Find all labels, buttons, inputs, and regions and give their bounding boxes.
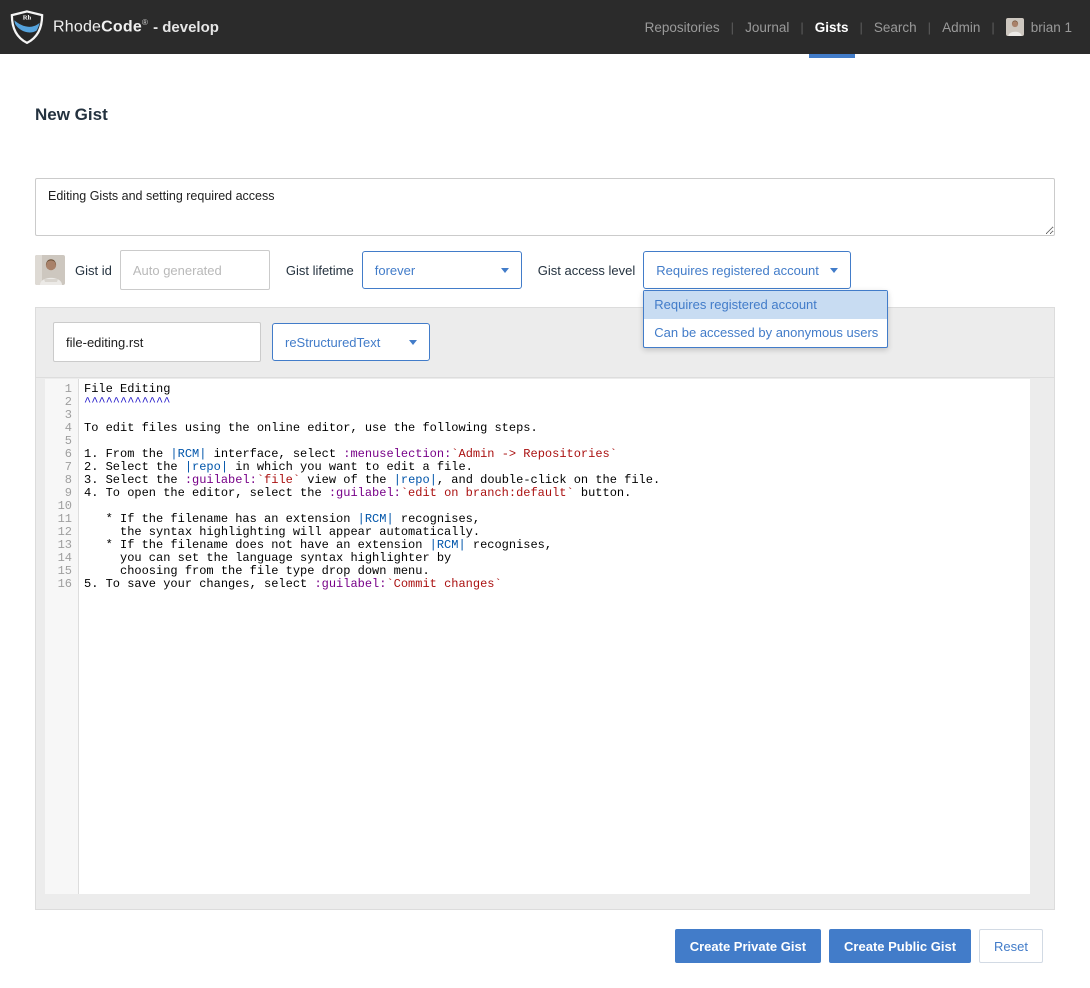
gist-filename-input[interactable]	[53, 322, 261, 362]
action-buttons-row: Create Private Gist Create Public Gist R…	[35, 929, 1055, 963]
brand-suffix: - develop	[153, 19, 219, 36]
nav-item-gists[interactable]: Gists	[804, 0, 860, 54]
top-navbar: Rh RhodeCode® - develop Repositories|Jou…	[0, 0, 1090, 54]
gist-access-level-selected-value: Requires registered account	[656, 263, 819, 278]
gist-access-level-wrapper: Requires registered account Requires reg…	[643, 251, 851, 289]
nav-username: brian 1	[1031, 20, 1072, 35]
nav-item-repositories[interactable]: Repositories	[634, 0, 731, 54]
gist-access-level-label: Gist access level	[538, 263, 636, 278]
gist-language-selected-value: reStructuredText	[285, 335, 380, 350]
code-line: ^^^^^^^^^^^^	[84, 396, 1030, 409]
gist-language-select[interactable]: reStructuredText	[272, 323, 430, 361]
main-content: New Gist Editing Gists and setting requi…	[0, 105, 1090, 963]
nav-user-menu[interactable]: brian 1	[995, 0, 1074, 54]
nav-item-journal[interactable]: Journal	[734, 0, 800, 54]
chevron-down-icon	[830, 268, 838, 273]
chevron-down-icon	[409, 340, 417, 345]
gist-file-row: reStructuredText	[45, 322, 1045, 362]
editor-code[interactable]: File Editing^^^^^^^^^^^^ To edit files u…	[79, 379, 1030, 894]
create-private-gist-button[interactable]: Create Private Gist	[675, 929, 821, 963]
gist-access-level-select[interactable]: Requires registered account	[643, 251, 851, 289]
gist-access-level-dropdown-menu: Requires registered accountCan be access…	[643, 290, 888, 348]
code-line: To edit files using the online editor, u…	[84, 422, 1030, 435]
nav-item-search[interactable]: Search	[863, 0, 928, 54]
page-title: New Gist	[35, 105, 1055, 125]
code-editor[interactable]: 12345678910111213141516 File Editing^^^^…	[45, 379, 1030, 894]
gist-id-input[interactable]	[120, 250, 270, 290]
brand[interactable]: Rh RhodeCode® - develop	[10, 10, 219, 44]
nav-item-admin[interactable]: Admin	[931, 0, 991, 54]
gist-lifetime-label: Gist lifetime	[286, 263, 354, 278]
panel-divider	[36, 377, 1054, 378]
create-public-gist-button[interactable]: Create Public Gist	[829, 929, 971, 963]
dropdown-option[interactable]: Requires registered account	[644, 291, 887, 319]
gist-meta-row: Gist id Gist lifetime forever Gist acces…	[35, 250, 1055, 290]
dropdown-option[interactable]: Can be accessed by anonymous users	[644, 319, 887, 347]
gist-id-label: Gist id	[75, 263, 112, 278]
editor-gutter: 12345678910111213141516	[45, 379, 79, 894]
gist-file-panel: reStructuredText 12345678910111213141516…	[35, 307, 1055, 910]
user-avatar-small	[1006, 18, 1024, 36]
rhodecode-logo-icon: Rh	[10, 10, 44, 44]
svg-text:Rh: Rh	[23, 14, 32, 21]
user-avatar	[35, 255, 65, 285]
line-number: 16	[45, 578, 72, 591]
brand-wordmark: RhodeCode®	[53, 18, 148, 36]
chevron-down-icon	[501, 268, 509, 273]
top-navigation: Repositories|Journal|Gists|Search|Admin|…	[634, 0, 1074, 54]
reset-button[interactable]: Reset	[979, 929, 1043, 963]
gist-lifetime-selected-value: forever	[375, 263, 415, 278]
code-line: File Editing	[84, 383, 1030, 396]
code-line: 5. To save your changes, select :guilabe…	[84, 578, 1030, 591]
gist-description-textarea[interactable]: Editing Gists and setting required acces…	[35, 178, 1055, 236]
code-line: 4. To open the editor, select the :guila…	[84, 487, 1030, 500]
gist-lifetime-select[interactable]: forever	[362, 251, 522, 289]
